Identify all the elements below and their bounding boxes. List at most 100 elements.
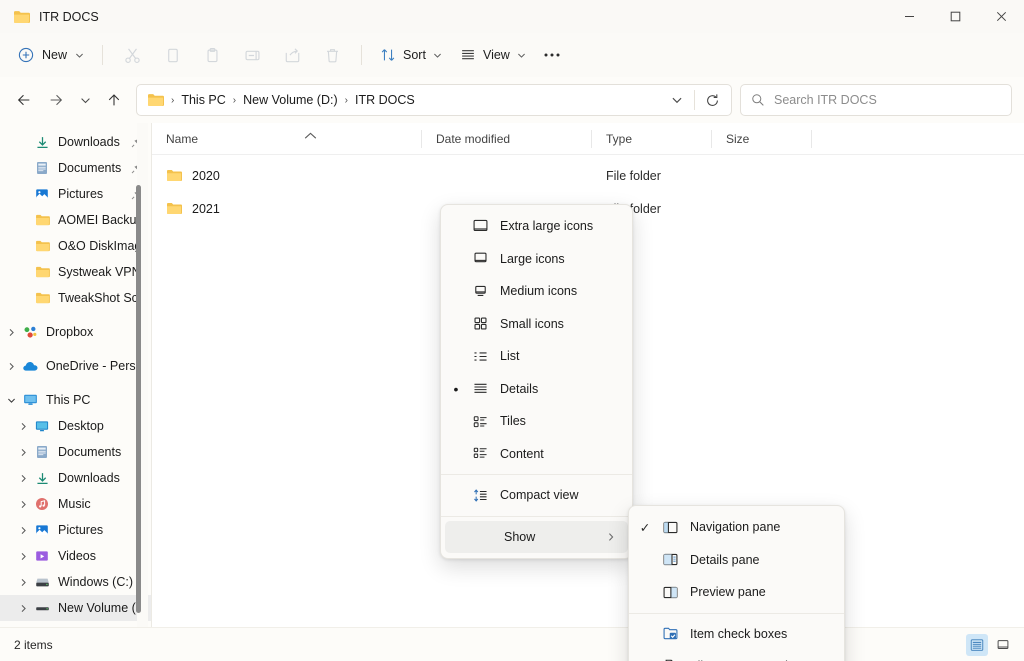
chevron-right-icon[interactable] xyxy=(14,474,32,483)
breadcrumb-item-new-volume[interactable]: New Volume (D:) xyxy=(237,90,343,110)
sidebar-item-desktop[interactable]: Desktop xyxy=(0,413,152,439)
minimize-button[interactable] xyxy=(886,0,932,33)
cut-button[interactable] xyxy=(112,39,152,71)
table-row[interactable]: 2020 File folder xyxy=(152,159,1024,192)
sidebar-item-downloads-quick[interactable]: › Downloads xyxy=(0,129,152,155)
menu-item-navigation-pane[interactable]: ✓ Navigation pane xyxy=(633,511,840,544)
rename-button[interactable] xyxy=(232,39,272,71)
menu-item-file-name-extensions[interactable]: File name extensions xyxy=(633,650,840,661)
sidebar-item-label: New Volume (D: xyxy=(58,601,148,615)
chevron-right-icon[interactable] xyxy=(14,552,32,561)
chevron-right-icon[interactable] xyxy=(14,422,32,431)
chevron-right-icon[interactable] xyxy=(14,526,32,535)
up-button[interactable] xyxy=(98,84,130,116)
show-submenu: ✓ Navigation pane Details pane Preview p… xyxy=(628,505,845,661)
column-header-date-modified[interactable]: Date modified xyxy=(422,123,592,155)
recent-locations-button[interactable] xyxy=(72,84,98,116)
chevron-right-icon[interactable] xyxy=(2,362,20,371)
menu-item-extra-large-icons[interactable]: Extra large icons xyxy=(445,210,628,243)
large-icons-view-button[interactable] xyxy=(992,634,1014,656)
window-tab[interactable]: ITR DOCS xyxy=(0,0,99,33)
sidebar-item-music[interactable]: Music xyxy=(0,491,152,517)
sidebar-item-documents[interactable]: Documents xyxy=(0,439,152,465)
sidebar-item-videos[interactable]: Videos xyxy=(0,543,152,569)
chevron-right-icon[interactable] xyxy=(14,448,32,457)
chevron-right-icon[interactable] xyxy=(14,578,32,587)
menu-item-label: Small icons xyxy=(500,316,564,331)
previous-locations-button[interactable] xyxy=(662,86,692,114)
sidebar-item-aomei-backupper[interactable]: › AOMEI Backupp xyxy=(0,207,152,233)
dropbox-icon xyxy=(20,325,40,340)
sidebar-item-new-volume-d[interactable]: New Volume (D: xyxy=(0,595,152,621)
sidebar-item-dropbox[interactable]: Dropbox xyxy=(0,319,152,345)
desktop-icon xyxy=(32,420,52,433)
sidebar-scrollbar-thumb[interactable] xyxy=(136,185,141,613)
folder-icon xyxy=(147,93,164,107)
sort-button[interactable]: Sort xyxy=(371,39,451,71)
menu-item-details-pane[interactable]: Details pane xyxy=(633,544,840,577)
column-header-type[interactable]: Type xyxy=(592,123,712,155)
menu-item-small-icons[interactable]: Small icons xyxy=(445,308,628,341)
breadcrumb-item-itr-docs[interactable]: ITR DOCS xyxy=(349,90,421,110)
sidebar-item-oo-diskimage[interactable]: › O&O DiskImage xyxy=(0,233,152,259)
tiles-icon xyxy=(467,413,493,430)
menu-item-compact-view[interactable]: Compact view xyxy=(445,479,628,512)
menu-item-medium-icons[interactable]: Medium icons xyxy=(445,275,628,308)
menu-item-tiles[interactable]: Tiles xyxy=(445,405,628,438)
sidebar-item-downloads[interactable]: Downloads xyxy=(0,465,152,491)
sidebar-item-pictures[interactable]: Pictures xyxy=(0,517,152,543)
view-button[interactable]: View xyxy=(451,39,535,71)
sidebar-item-label: AOMEI Backupp xyxy=(58,213,148,227)
menu-item-content[interactable]: Content xyxy=(445,438,628,471)
close-button[interactable] xyxy=(978,0,1024,33)
breadcrumb-item-this-pc[interactable]: This PC xyxy=(175,90,231,110)
paste-button[interactable] xyxy=(192,39,232,71)
details-view-button[interactable] xyxy=(966,633,988,656)
maximize-button[interactable] xyxy=(932,0,978,33)
sidebar-item-systweak-vpn[interactable]: › Systweak VPN xyxy=(0,259,152,285)
menu-separator xyxy=(441,474,632,475)
breadcrumb-bar[interactable]: › This PC › New Volume (D:) › ITR DOCS xyxy=(136,84,732,116)
chevron-right-icon[interactable] xyxy=(14,500,32,509)
share-button[interactable] xyxy=(272,39,312,71)
file-name-label: 2020 xyxy=(192,168,220,183)
see-more-button[interactable] xyxy=(535,39,569,71)
menu-item-preview-pane[interactable]: Preview pane xyxy=(633,576,840,609)
menu-item-show[interactable]: Show xyxy=(445,520,628,553)
column-label: Date modified xyxy=(436,131,511,146)
address-bar: › This PC › New Volume (D:) › ITR DOCS S… xyxy=(0,77,1024,123)
menu-item-large-icons[interactable]: Large icons xyxy=(445,243,628,276)
sidebar-item-pictures-quick[interactable]: › Pictures xyxy=(0,181,152,207)
sidebar-scrollbar-track[interactable] xyxy=(136,123,148,627)
sidebar-item-label: Dropbox xyxy=(46,325,94,339)
sidebar-item-label: O&O DiskImage xyxy=(58,239,148,253)
new-button[interactable]: New xyxy=(12,40,93,70)
folder-icon xyxy=(166,169,182,182)
window-controls xyxy=(886,0,1024,33)
sidebar-item-tweakshot-screen[interactable]: › TweakShot Scree xyxy=(0,285,152,311)
pc-icon xyxy=(20,393,40,407)
menu-item-label: Medium icons xyxy=(500,284,578,299)
sidebar-item-onedrive-personal[interactable]: OneDrive - Person xyxy=(0,353,152,379)
menu-item-details[interactable]: • Details xyxy=(445,373,628,406)
column-label: Size xyxy=(726,131,750,146)
back-button[interactable] xyxy=(8,84,40,116)
delete-button[interactable] xyxy=(312,39,352,71)
chevron-right-icon[interactable] xyxy=(14,604,32,613)
forward-button[interactable] xyxy=(40,84,72,116)
copy-button[interactable] xyxy=(152,39,192,71)
sidebar-item-this-pc[interactable]: This PC xyxy=(0,387,152,413)
menu-item-item-check-boxes[interactable]: Item check boxes xyxy=(633,618,840,651)
menu-item-list[interactable]: List xyxy=(445,340,628,373)
column-header-size[interactable]: Size xyxy=(712,123,812,155)
menu-item-label: Details pane xyxy=(690,552,760,567)
sidebar-item-windows-c[interactable]: Windows (C:) xyxy=(0,569,152,595)
sidebar-item-documents-quick[interactable]: › Documents xyxy=(0,155,152,181)
chevron-right-icon[interactable] xyxy=(2,328,20,337)
column-header-name[interactable]: Name xyxy=(152,123,422,155)
search-input[interactable]: Search ITR DOCS xyxy=(740,84,1012,116)
menu-item-label: Tiles xyxy=(500,414,526,429)
column-divider[interactable] xyxy=(811,129,812,148)
chevron-down-icon[interactable] xyxy=(2,396,20,405)
refresh-button[interactable] xyxy=(697,86,727,114)
